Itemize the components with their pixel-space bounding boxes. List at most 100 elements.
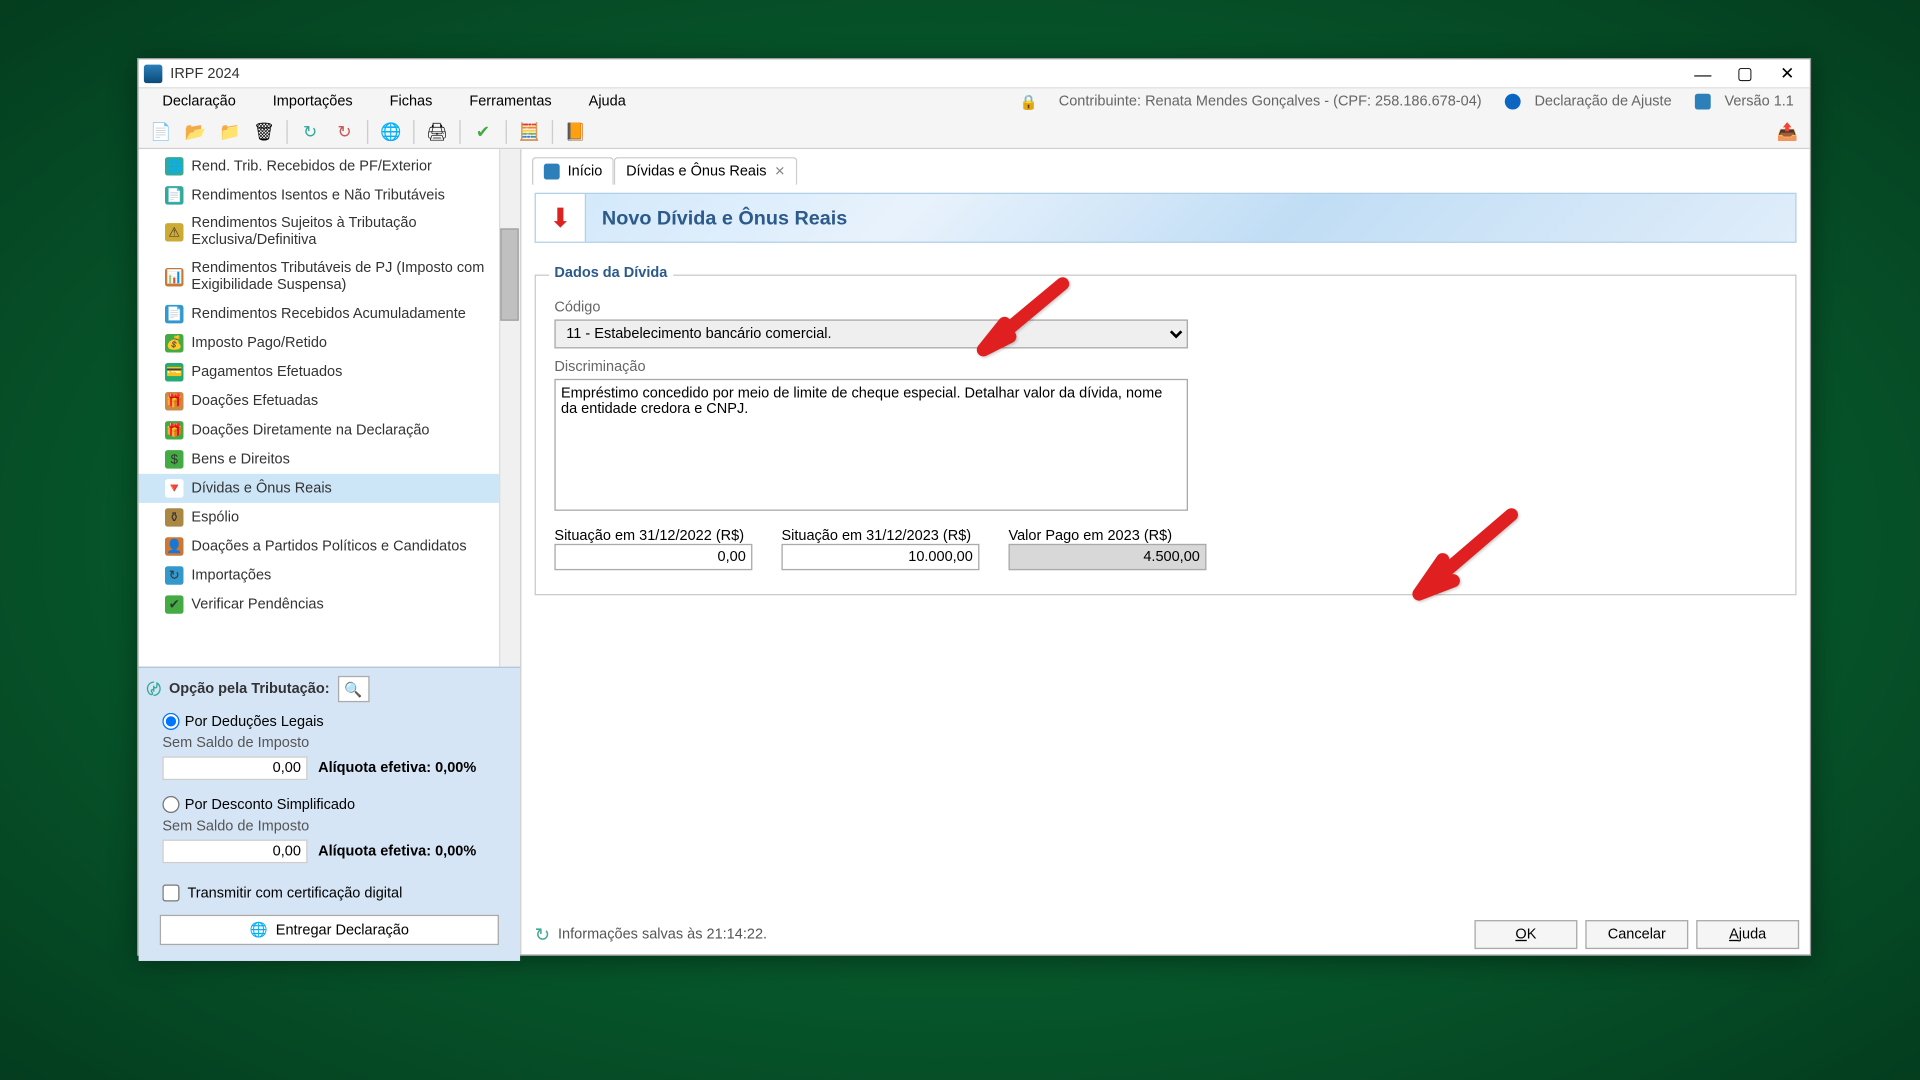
print-icon[interactable]: 🖨 [422, 117, 451, 146]
home-icon [544, 164, 560, 180]
opt1-rate: Alíquota efetiva: 0,00% [318, 760, 476, 776]
radio-deducoes-legais[interactable] [162, 713, 179, 730]
app-icon [144, 64, 162, 82]
sidebar-item-label: Pagamentos Efetuados [191, 364, 342, 380]
folder-icon[interactable]: 📁 [215, 117, 244, 146]
sidebar-item-icon: ↻ [165, 566, 183, 584]
sidebar-item-label: Rendimentos Tributáveis de PJ (Imposto c… [191, 260, 509, 294]
version-info: Versão 1.1 [1695, 91, 1801, 112]
sidebar-item-label: Rendimentos Sujeitos à Tributação Exclus… [191, 215, 509, 249]
sidebar-item-4[interactable]: 📄Rendimentos Recebidos Acumuladamente [139, 300, 520, 329]
debt-icon: ⬇ [549, 201, 571, 234]
pago2023-input[interactable] [1008, 544, 1206, 570]
menu-ferramentas[interactable]: Ferramentas [454, 91, 568, 112]
tax-magnify-button[interactable]: 🔍 [337, 676, 369, 702]
sidebar-item-icon: $ [165, 450, 183, 468]
badge-icon [1505, 94, 1521, 110]
codigo-select[interactable]: 11 - Estabelecimento bancário comercial. [554, 319, 1188, 348]
sidebar-item-8[interactable]: 🎁Doações Diretamente na Declaração [139, 416, 520, 445]
sidebar-item-6[interactable]: 💳 Pagamentos Efetuados [139, 358, 520, 387]
separator [552, 119, 553, 143]
separator [367, 119, 368, 143]
opt1-value: 0,00 [162, 756, 307, 780]
sidebar-item-2[interactable]: ⚠ Rendimentos Sujeitos à Tributação Exclu… [139, 210, 520, 255]
help-icon[interactable]: 📙 [561, 117, 590, 146]
sidebar-item-icon: 🌐 [165, 157, 183, 175]
radio-label: Por Deduções Legais [185, 713, 324, 729]
sidebar-item-label: Espólio [191, 510, 239, 526]
sidebar-item-label: Rendimentos Recebidos Acumuladamente [191, 306, 465, 322]
footer: ↻Informações salvas às 21:14:22. OK Canc… [535, 920, 1800, 949]
sidebar: 🌐Rend. Trib. Recebidos de PF/Exterior📄Re… [139, 149, 522, 954]
deliver-button[interactable]: 🌐Entregar Declaração [160, 915, 499, 945]
ok-button[interactable]: OK [1474, 920, 1577, 949]
menu-declaracao[interactable]: Declaração [147, 91, 252, 112]
sidebar-item-icon: 🎁 [165, 392, 183, 410]
calculator-icon[interactable]: 🧮 [515, 117, 544, 146]
close-button[interactable]: ✕ [1767, 62, 1807, 86]
menu-importacoes[interactable]: Importações [257, 91, 369, 112]
sit2023-input[interactable] [781, 544, 979, 570]
form-header: ⬇ Novo Dívida e Ônus Reais [535, 193, 1797, 243]
sidebar-scrollbar[interactable] [499, 149, 520, 666]
sidebar-item-9[interactable]: $ Bens e Direitos [139, 445, 520, 474]
tab-bar: Início Dívidas e Ônus Reais✕ [521, 149, 1809, 185]
sidebar-item-icon: 🔻 [165, 479, 183, 497]
sidebar-item-icon: 👤 [165, 537, 183, 555]
sit2022-input[interactable] [554, 544, 752, 570]
sidebar-item-5[interactable]: 💰Imposto Pago/Retido [139, 329, 520, 358]
deliver-icon: 🌐 [250, 921, 268, 938]
toolbar: 📄 📂 📁 🗑 ↻ ↻ 🌐 🖨 ✔ 🧮 📙 📤 [139, 115, 1810, 149]
discriminacao-textarea[interactable]: Empréstimo concedido por meio de limite … [554, 379, 1188, 511]
save-status-icon: ↻ [535, 923, 550, 945]
sidebar-item-3[interactable]: 📊Rendimentos Tributáveis de PJ (Imposto … [139, 255, 520, 300]
sidebar-item-0[interactable]: 🌐Rend. Trib. Recebidos de PF/Exterior [139, 152, 520, 181]
cert-label: Transmitir com certificação digital [187, 885, 402, 901]
sidebar-item-label: Doações a Partidos Políticos e Candidato… [191, 539, 466, 555]
sidebar-item-icon: 💰 [165, 334, 183, 352]
sidebar-item-7[interactable]: 🎁Doações Efetuadas [139, 387, 520, 416]
form-title: Novo Dívida e Ônus Reais [586, 207, 847, 229]
sidebar-item-10[interactable]: 🔻Dívidas e Ônus Reais [139, 474, 520, 503]
maximize-button[interactable]: ▢ [1725, 62, 1765, 86]
help-button[interactable]: Ajuda [1696, 920, 1799, 949]
menu-fichas[interactable]: Fichas [374, 91, 448, 112]
checkbox-certificacao-digital[interactable] [162, 884, 179, 901]
sync-icon[interactable]: ↻ [330, 117, 359, 146]
codigo-label: Código [554, 300, 1776, 316]
declaracao-type: Declaração de Ajuste [1505, 91, 1679, 112]
sidebar-item-icon: ⚠ [165, 223, 183, 241]
sidebar-item-label: Bens e Direitos [191, 451, 289, 467]
sidebar-item-label: Rendimentos Isentos e Não Tributáveis [191, 187, 444, 203]
radio-label: Por Desconto Simplificado [185, 797, 355, 813]
globe-icon[interactable]: 🌐 [376, 117, 405, 146]
radio-desconto-simplificado[interactable] [162, 796, 179, 813]
sidebar-item-icon: ⚱ [165, 508, 183, 526]
exit-icon[interactable]: 📤 [1773, 117, 1802, 146]
tab-close-icon[interactable]: ✕ [774, 164, 785, 179]
menu-ajuda[interactable]: Ajuda [573, 91, 642, 112]
sidebar-item-icon: 💳 [165, 363, 183, 381]
form-dados-divida: Dados da Dívida Código 11 - Estabelecime… [535, 275, 1797, 596]
new-doc-icon[interactable]: 📄 [147, 117, 176, 146]
titlebar: IRPF 2024 — ▢ ✕ [139, 59, 1810, 88]
cancel-button[interactable]: Cancelar [1585, 920, 1688, 949]
tab-inicio[interactable]: Início [532, 157, 614, 185]
trash-icon[interactable]: 🗑 [249, 117, 278, 146]
sidebar-item-1[interactable]: 📄Rendimentos Isentos e Não Tributáveis [139, 181, 520, 210]
scrollbar-thumb[interactable] [500, 228, 518, 320]
open-folder-icon[interactable]: 📂 [181, 117, 210, 146]
check-icon[interactable]: ✔ [469, 117, 498, 146]
sidebar-item-11[interactable]: ⚱ Espólio [139, 503, 520, 532]
tab-dividas[interactable]: Dívidas e Ônus Reais✕ [614, 157, 797, 185]
sidebar-item-13[interactable]: ↻ Importações [139, 561, 520, 590]
sidebar-item-12[interactable]: 👤 Doações a Partidos Políticos e Candidat… [139, 532, 520, 561]
sidebar-item-14[interactable]: ✔Verificar Pendências [139, 590, 520, 619]
fieldset-legend: Dados da Dívida [549, 265, 673, 281]
contribuinte-info: 🔒Contribuinte: Renata Mendes Gonçalves -… [1012, 90, 1490, 112]
tax-option-icon: 〄 [147, 678, 162, 699]
sidebar-item-label: Importações [191, 568, 271, 584]
discriminacao-label: Discriminação [554, 359, 1776, 375]
refresh-icon[interactable]: ↻ [296, 117, 325, 146]
minimize-button[interactable]: — [1683, 62, 1723, 86]
